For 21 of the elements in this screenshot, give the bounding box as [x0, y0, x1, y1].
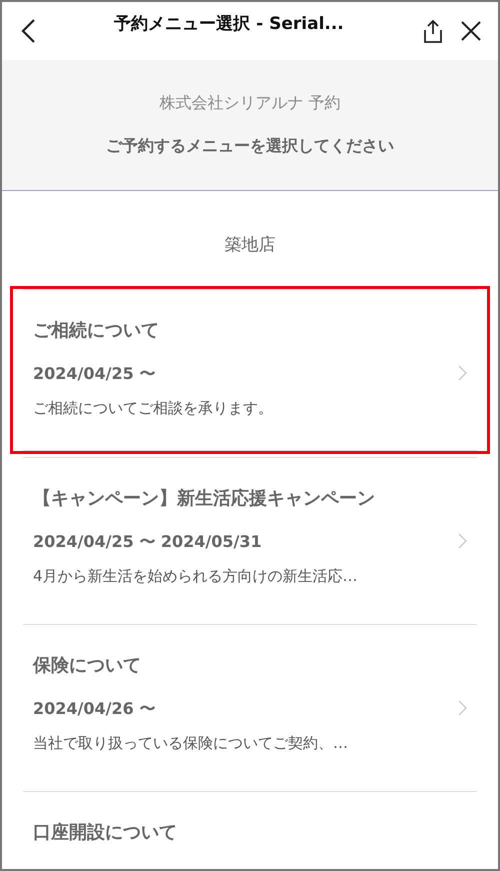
menu-item[interactable]: 【キャンペーン】新生活応援キャンペーン 2024/04/25 〜 2024/05/31 4月から新生活を始められる方向けの新生活応… — [10, 454, 490, 621]
menu-date: 2024/04/25 〜 — [33, 364, 156, 385]
menu-item[interactable]: ご相続について 2024/04/25 〜 ご相続についてご相談を承ります。 — [10, 286, 490, 454]
menu-description: ご相続についてご相談を承ります。 — [33, 399, 274, 418]
menu-description: 当社で取り扱っている保険についてご契約、… — [33, 734, 349, 753]
page-title: 予約メニュー選択 - Serial... — [113, 12, 345, 34]
menu-title: 【キャンペーン】新生活応援キャンペーン — [33, 487, 376, 510]
menu-date: 2024/04/26 〜 — [33, 699, 156, 720]
menu-description: 4月から新生活を始められる方向けの新生活応… — [33, 567, 359, 586]
instruction-text: ご予約するメニューを選択してください — [106, 136, 394, 157]
menu-item[interactable]: 口座開設について — [10, 788, 490, 869]
menu-title: ご相続について — [33, 319, 160, 342]
menu-date: 2024/04/25 〜 2024/05/31 — [33, 532, 263, 553]
chevron-icon — [458, 700, 467, 716]
company-name: 株式会社シリアルナ 予約 — [159, 93, 341, 114]
menu-item[interactable]: 保険について 2024/04/26 〜 当社で取り扱っている保険についてご契約、… — [10, 621, 490, 788]
chevron-icon — [458, 365, 467, 381]
menu-title: 口座開設について — [33, 821, 178, 844]
store-name: 築地店 — [224, 234, 276, 257]
chevron-icon — [458, 533, 467, 549]
menu-title: 保険について — [33, 654, 142, 677]
